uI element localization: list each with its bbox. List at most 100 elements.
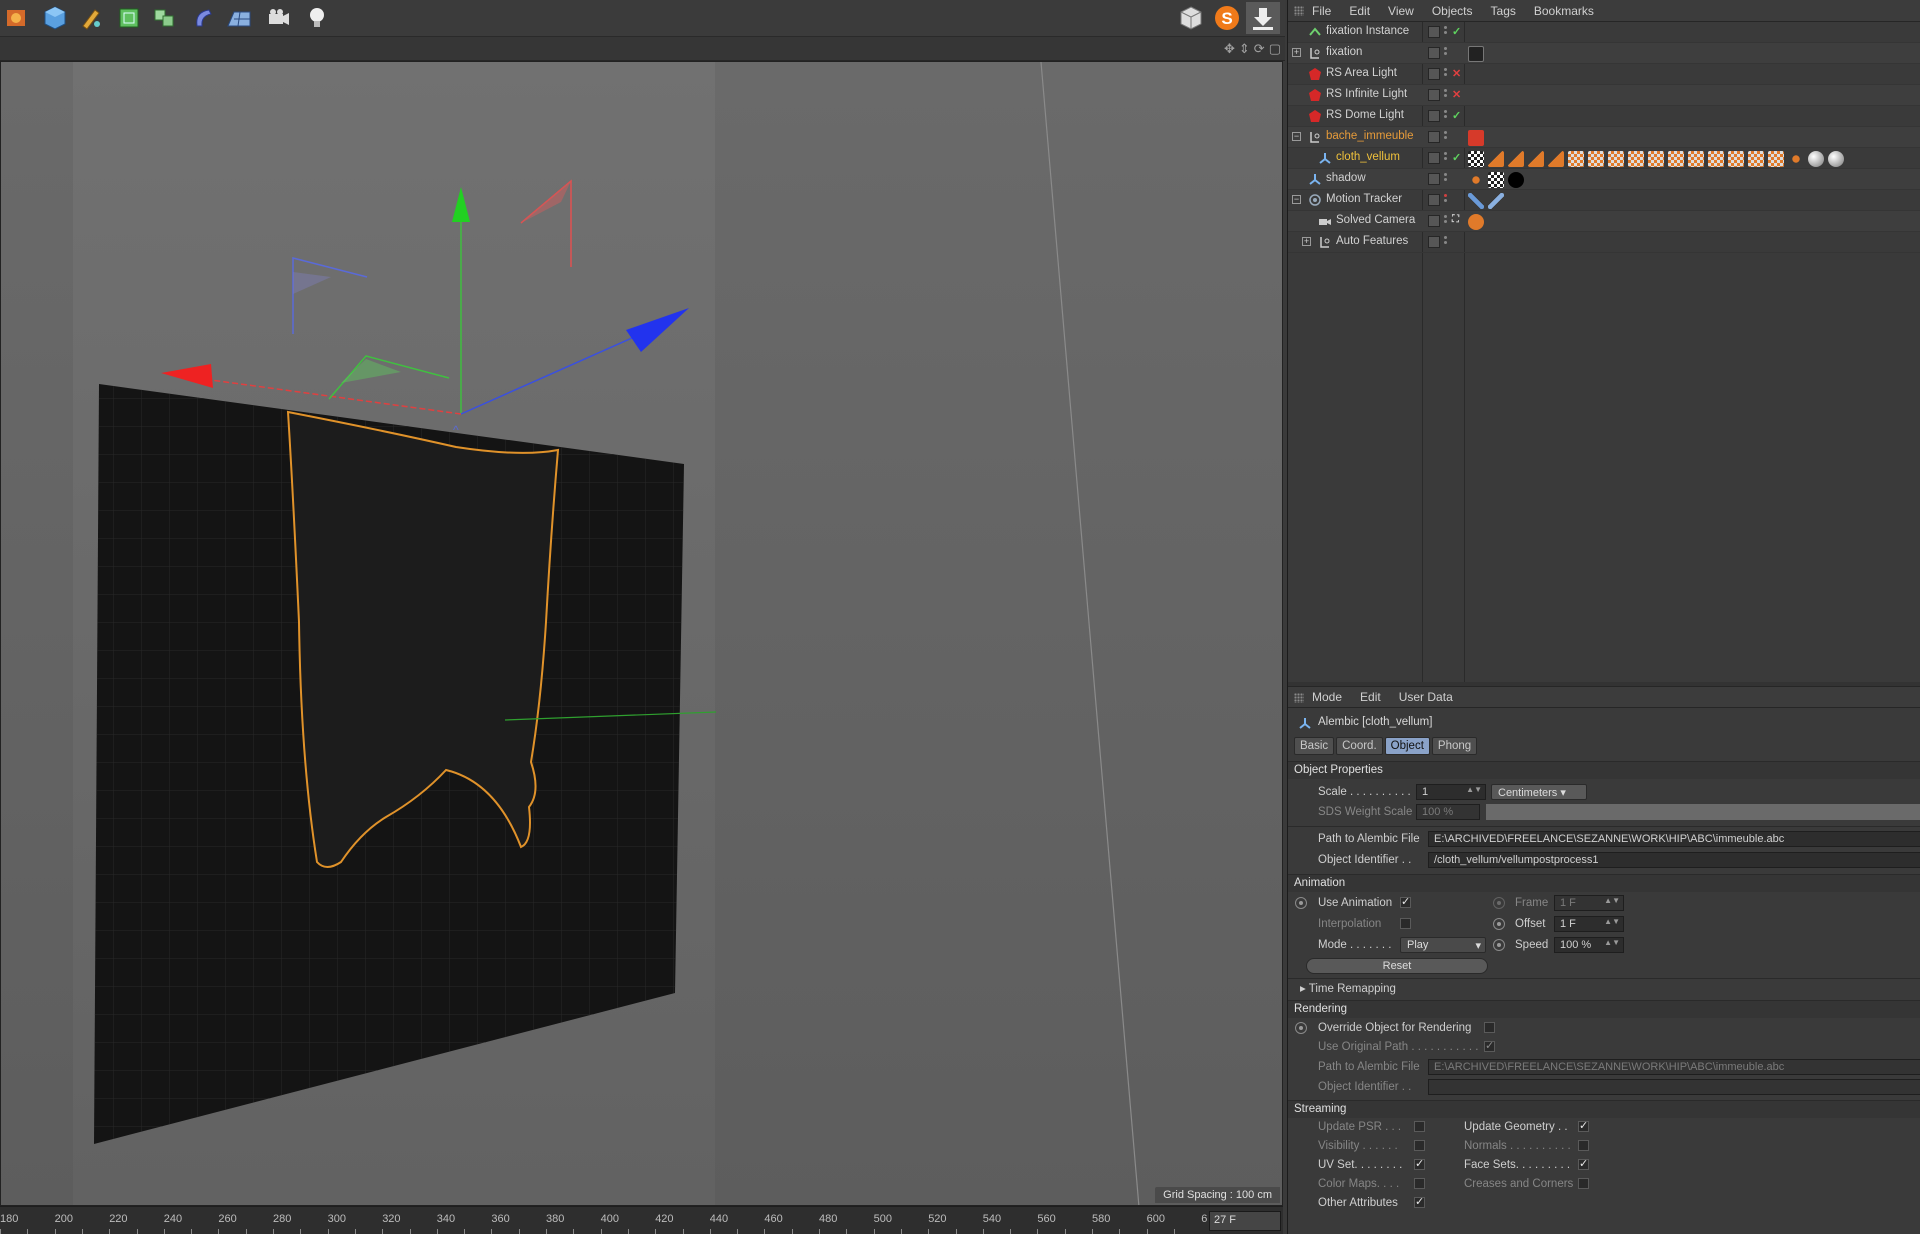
- speed-field[interactable]: 100 % ▲▼: [1554, 937, 1624, 953]
- array-icon[interactable]: [148, 2, 182, 34]
- panel-grip-icon[interactable]: [1294, 6, 1304, 16]
- disabled-cross[interactable]: ✕: [1452, 67, 1461, 80]
- object-name[interactable]: RS Infinite Light: [1326, 88, 1407, 100]
- render-object-identifier-field[interactable]: [1428, 1079, 1920, 1095]
- checker-tag-icon[interactable]: [1688, 150, 1704, 167]
- maximize-view-icon[interactable]: ▢: [1269, 41, 1281, 57]
- cube-icon[interactable]: [38, 2, 72, 34]
- tab-coord[interactable]: Coord.: [1336, 737, 1383, 755]
- menu-mode[interactable]: Mode: [1312, 690, 1342, 704]
- visibility-dots[interactable]: [1444, 89, 1448, 101]
- checker-tag-icon[interactable]: [1668, 150, 1684, 167]
- mode-dropdown[interactable]: Play ▾: [1400, 937, 1486, 953]
- layer-flag[interactable]: [1428, 236, 1440, 248]
- uv-set-checkbox[interactable]: ✓: [1414, 1159, 1425, 1170]
- enabled-check[interactable]: ✓: [1452, 109, 1461, 122]
- layer-flag[interactable]: [1428, 215, 1440, 227]
- dot-tag-icon[interactable]: [1468, 171, 1484, 188]
- visibility-dots[interactable]: [1444, 194, 1448, 206]
- layer-flag[interactable]: [1428, 47, 1440, 59]
- visibility-dots[interactable]: [1444, 47, 1448, 59]
- sphere-material-icon[interactable]: [1808, 150, 1824, 167]
- sphere-material-icon[interactable]: [1828, 150, 1844, 167]
- s-plugin-icon[interactable]: S: [1210, 2, 1244, 34]
- offset-field[interactable]: 1 F ▲▼: [1554, 916, 1624, 932]
- render-alembic-path-field[interactable]: E:\ARCHIVED\FREELANCE\SEZANNE\WORK\HIP\A…: [1428, 1059, 1920, 1075]
- checker-tag-icon[interactable]: [1648, 150, 1664, 167]
- checker-tag-icon[interactable]: [1728, 150, 1744, 167]
- checker-tag-icon[interactable]: [1748, 150, 1764, 167]
- object-row-fixation-instance[interactable]: fixation Instance ✓: [1288, 22, 1920, 43]
- camera-icon[interactable]: [262, 2, 296, 34]
- dot-tag-icon[interactable]: [1788, 150, 1804, 167]
- visibility-dots[interactable]: [1444, 152, 1448, 164]
- object-row-shadow[interactable]: shadow: [1288, 169, 1920, 190]
- expand-toggle[interactable]: +: [1292, 48, 1301, 57]
- cone-tag-icon[interactable]: [1488, 150, 1504, 167]
- object-row-rs-infinite-light[interactable]: RS Infinite Light ✕: [1288, 85, 1920, 106]
- layer-flag[interactable]: [1428, 68, 1440, 80]
- x-axis-arrow[interactable]: [161, 364, 213, 388]
- face-sets-checkbox[interactable]: ✓: [1578, 1159, 1589, 1170]
- cone-tag-icon[interactable]: [1508, 150, 1524, 167]
- visibility-checkbox[interactable]: [1414, 1140, 1425, 1151]
- panel-grip-icon[interactable]: [1294, 693, 1304, 703]
- other-attributes-checkbox[interactable]: ✓: [1414, 1197, 1425, 1208]
- menu-bookmarks[interactable]: Bookmarks: [1534, 4, 1594, 18]
- zoom-view-icon[interactable]: ⇕: [1239, 41, 1250, 57]
- reset-button[interactable]: Reset: [1306, 958, 1488, 974]
- deformer-icon[interactable]: [186, 2, 220, 34]
- visibility-dots[interactable]: [1444, 26, 1448, 38]
- object-name[interactable]: bache_immeuble: [1326, 130, 1414, 142]
- update-geometry-checkbox[interactable]: ✓: [1578, 1121, 1589, 1132]
- collapse-toggle[interactable]: −: [1292, 132, 1301, 141]
- override-keyframe-radio[interactable]: [1295, 1022, 1307, 1034]
- layer-flag[interactable]: [1428, 173, 1440, 185]
- protection-tag-icon[interactable]: [1468, 213, 1484, 230]
- constraint-tag-icon[interactable]: [1488, 192, 1504, 209]
- expand-toggle[interactable]: +: [1302, 237, 1311, 246]
- checker-tag-icon[interactable]: [1468, 150, 1484, 167]
- layer-flag[interactable]: [1428, 26, 1440, 38]
- frame-field[interactable]: 1 F ▲▼: [1554, 895, 1624, 911]
- object-name[interactable]: shadow: [1326, 172, 1366, 184]
- visibility-dots[interactable]: [1444, 173, 1448, 185]
- zy-plane-handle[interactable]: [292, 257, 368, 334]
- material-tag-icon[interactable]: [1468, 45, 1484, 62]
- checker-tag-icon[interactable]: [1628, 150, 1644, 167]
- color-maps-checkbox[interactable]: [1414, 1178, 1425, 1189]
- object-row-motion-tracker[interactable]: − Motion Tracker: [1288, 190, 1920, 211]
- disabled-cross[interactable]: ✕: [1452, 88, 1461, 101]
- visibility-dots[interactable]: [1444, 215, 1448, 227]
- object-name[interactable]: cloth_vellum: [1336, 151, 1400, 163]
- visibility-dots[interactable]: [1444, 131, 1448, 143]
- object-name[interactable]: fixation Instance: [1326, 25, 1409, 37]
- object-name[interactable]: Solved Camera: [1336, 214, 1415, 226]
- visibility-dots[interactable]: [1444, 110, 1448, 122]
- checker-tag-icon[interactable]: [1488, 171, 1504, 188]
- scale-unit-dropdown[interactable]: Centimeters ▾: [1491, 784, 1587, 800]
- cone-tag-icon[interactable]: [1528, 150, 1544, 167]
- black-material-icon[interactable]: [1508, 171, 1524, 188]
- z-axis-arrow[interactable]: [626, 308, 689, 352]
- object-name[interactable]: Auto Features: [1336, 235, 1408, 247]
- object-row-rs-area-light[interactable]: RS Area Light ✕: [1288, 64, 1920, 85]
- checker-tag-icon[interactable]: [1608, 150, 1624, 167]
- subdivision-icon[interactable]: [112, 2, 146, 34]
- menu-file[interactable]: File: [1312, 4, 1331, 18]
- offset-keyframe-radio[interactable]: [1493, 918, 1505, 930]
- keyframe-radio[interactable]: [1295, 897, 1307, 909]
- menu-view[interactable]: View: [1388, 4, 1414, 18]
- normals-checkbox[interactable]: [1578, 1140, 1589, 1151]
- alembic-path-field[interactable]: E:\ARCHIVED\FREELANCE\SEZANNE\WORK\HIP\A…: [1428, 831, 1920, 847]
- object-row-auto-features[interactable]: + Auto Features: [1288, 232, 1920, 253]
- use-animation-checkbox[interactable]: ✓: [1400, 897, 1411, 908]
- scale-field[interactable]: 1 ▲▼: [1416, 784, 1486, 800]
- render-icon[interactable]: [0, 2, 34, 34]
- rotate-view-icon[interactable]: ⟳: [1254, 41, 1265, 57]
- light-icon[interactable]: [300, 2, 334, 34]
- menu-user-data[interactable]: User Data: [1399, 690, 1453, 704]
- checker-tag-icon[interactable]: [1568, 150, 1584, 167]
- current-frame-field[interactable]: 27 F: [1209, 1211, 1281, 1231]
- redshift-tag-icon[interactable]: [1468, 129, 1484, 146]
